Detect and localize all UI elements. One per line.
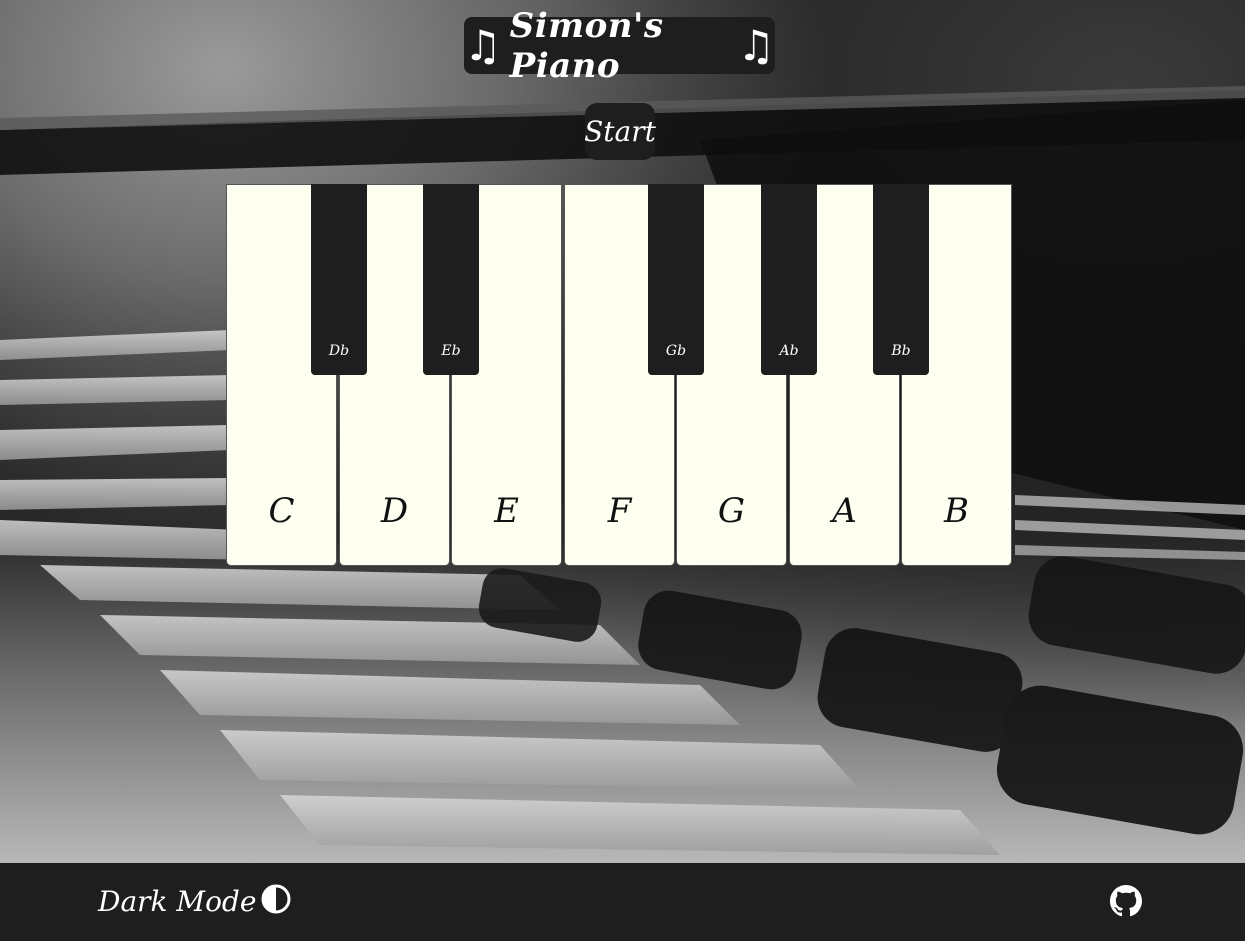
black-key-eb[interactable]: Eb	[423, 184, 479, 375]
start-button[interactable]: Start	[584, 103, 656, 160]
music-note-icon: ♫	[737, 20, 775, 70]
key-label: F	[607, 491, 632, 531]
black-key-db[interactable]: Db	[311, 184, 367, 375]
black-key-gb[interactable]: Gb	[648, 184, 704, 375]
key-label: Gb	[665, 343, 687, 359]
contrast-icon	[260, 883, 292, 919]
key-label: B	[944, 491, 969, 531]
key-label: C	[268, 491, 295, 531]
key-label: Eb	[441, 343, 461, 359]
key-label: G	[717, 491, 746, 531]
key-label: A	[832, 491, 857, 531]
app-title-banner: ♫ Simon's Piano ♫	[464, 6, 775, 86]
key-label: Ab	[779, 343, 799, 359]
black-key-ab[interactable]: Ab	[761, 184, 817, 375]
black-key-bb[interactable]: Bb	[873, 184, 929, 375]
key-label: Db	[328, 343, 350, 359]
piano-keyboard: C D E F G A B Db Eb Gb Ab Bb	[226, 184, 1014, 568]
dark-mode-label: Dark Mode	[98, 884, 257, 918]
dark-mode-toggle[interactable]: Dark Mode	[98, 883, 292, 919]
github-icon[interactable]	[1110, 885, 1142, 917]
page-title: Simon's Piano	[509, 5, 664, 86]
footer-bar: Dark Mode	[0, 863, 1245, 941]
key-label: E	[494, 491, 519, 531]
key-label: Bb	[891, 343, 911, 359]
music-note-icon: ♫	[464, 20, 502, 70]
key-label: D	[380, 491, 409, 531]
